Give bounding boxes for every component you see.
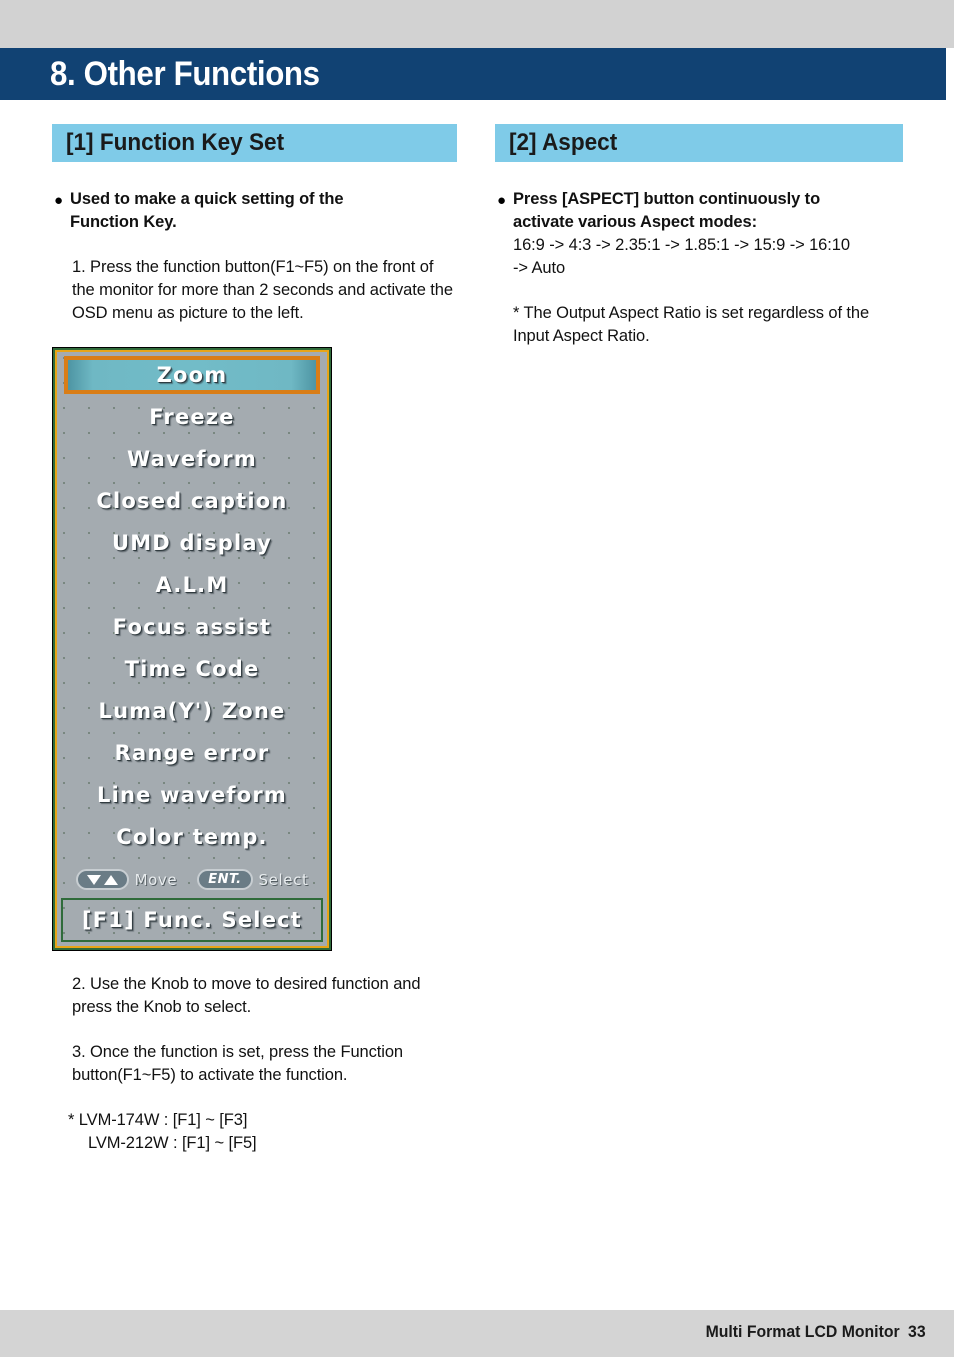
osd-item-freeze[interactable]: Freeze [57, 396, 327, 438]
section-header-function-key-set: [1] Function Key Set [52, 124, 457, 162]
osd-item-focus-assist[interactable]: Focus assist [57, 606, 327, 648]
osd-screen-area: Zoom Freeze Waveform Closed caption UMD … [57, 352, 327, 946]
bullet-press-aspect-button: ● Press [ASPECT] button continuously to … [495, 188, 903, 348]
osd-item-label: Freeze [149, 405, 235, 429]
osd-item-label: Line waveform [97, 783, 287, 807]
osd-item-luma-zone[interactable]: Luma(Y') Zone [57, 690, 327, 732]
osd-hint-select-label: Select [258, 870, 309, 889]
arrow-up-icon [103, 874, 118, 885]
footer-page-number: 33 [908, 1322, 926, 1341]
osd-item-label: Closed caption [96, 489, 288, 513]
footer-text: Multi Format LCD Monitor 33 [706, 1322, 926, 1342]
arrow-down-icon [86, 874, 101, 885]
osd-item-label: Zoom [156, 363, 228, 387]
bullet-dot-icon: ● [497, 192, 507, 209]
step-3-text: 3. Once the function is set, press the F… [72, 1043, 403, 1084]
osd-menu-screenshot: Zoom Freeze Waveform Closed caption UMD … [52, 347, 332, 951]
osd-item-waveform[interactable]: Waveform [57, 438, 327, 480]
bullet-line-1: Used to make a quick setting of the [70, 190, 344, 208]
osd-item-closed-caption[interactable]: Closed caption [57, 480, 327, 522]
osd-item-label: Range error [114, 741, 270, 765]
note-lvm-212w: LVM-212W : [F1] ~ [F5] [88, 1134, 257, 1152]
bullet-dot-icon: ● [54, 192, 64, 209]
osd-item-time-code[interactable]: Time Code [57, 648, 327, 690]
updown-arrows-icon[interactable] [75, 869, 129, 890]
osd-item-label: Waveform [127, 447, 257, 471]
osd-item-label: Luma(Y') Zone [98, 699, 286, 723]
osd-item-label: A.L.M [155, 573, 229, 597]
osd-footer-label: [F1] Func. Select [81, 908, 303, 932]
osd-hint-ent-label: ENT. [208, 872, 242, 887]
aspect-modes-line-1: 16:9 -> 4:3 -> 2.35:1 -> 1.85:1 -> 15:9 … [513, 236, 850, 254]
bullet-line-2: Function Key. [70, 213, 177, 231]
osd-hint-move-label: Move [134, 870, 178, 889]
osd-footer-func-select: [F1] Func. Select [61, 898, 323, 942]
osd-item-label: Focus assist [112, 615, 272, 639]
osd-item-label: Time Code [124, 657, 260, 681]
osd-item-color-temp[interactable]: Color temp. [57, 816, 327, 858]
osd-item-label: UMD display [111, 531, 273, 555]
bullet-text-right: Press [ASPECT] button continuously to ac… [513, 188, 903, 348]
top-gray-band [0, 0, 954, 48]
step-1-text: 1. Press the function button(F1~F5) on t… [72, 258, 453, 322]
footer-label: Multi Format LCD Monitor [705, 1322, 901, 1341]
bullet-text-left: Used to make a quick setting of the Func… [70, 188, 344, 234]
step-2-text: 2. Use the Knob to move to desired funct… [72, 975, 421, 1016]
osd-item-line-waveform[interactable]: Line waveform [57, 774, 327, 816]
enter-button-icon[interactable]: ENT. [197, 869, 253, 890]
left-column: [1] Function Key Set ● Used to make a qu… [52, 124, 457, 1155]
section-title-left: [1] Function Key Set [66, 129, 285, 156]
aspect-note-text: * The Output Aspect Ratio is set regardl… [513, 304, 870, 345]
aspect-modes-line-2: -> Auto [513, 259, 566, 277]
aspect-bullet-line-2: activate various Aspect modes: [513, 213, 757, 231]
section-title-right: [2] Aspect [509, 129, 618, 156]
aspect-bullet-line-1: Press [ASPECT] button continuously to [513, 190, 821, 208]
osd-item-zoom[interactable]: Zoom [57, 354, 327, 396]
right-column: [2] Aspect ● Press [ASPECT] button conti… [495, 124, 903, 348]
bullet-used-to-make-quick-setting: ● Used to make a quick setting of the Fu… [52, 188, 457, 234]
chapter-title: 8. Other Functions [50, 55, 320, 93]
osd-item-alm[interactable]: A.L.M [57, 564, 327, 606]
note-lvm-174w: * LVM-174W : [F1] ~ [F3] [68, 1111, 248, 1129]
osd-hint-row: Move ENT. Select [57, 869, 327, 890]
footer-gray-band: Multi Format LCD Monitor 33 [0, 1310, 954, 1357]
section-header-aspect: [2] Aspect [495, 124, 903, 162]
osd-item-label: Color temp. [116, 825, 268, 849]
osd-item-umd-display[interactable]: UMD display [57, 522, 327, 564]
osd-menu-list: Zoom Freeze Waveform Closed caption UMD … [57, 354, 327, 858]
osd-item-range-error[interactable]: Range error [57, 732, 327, 774]
